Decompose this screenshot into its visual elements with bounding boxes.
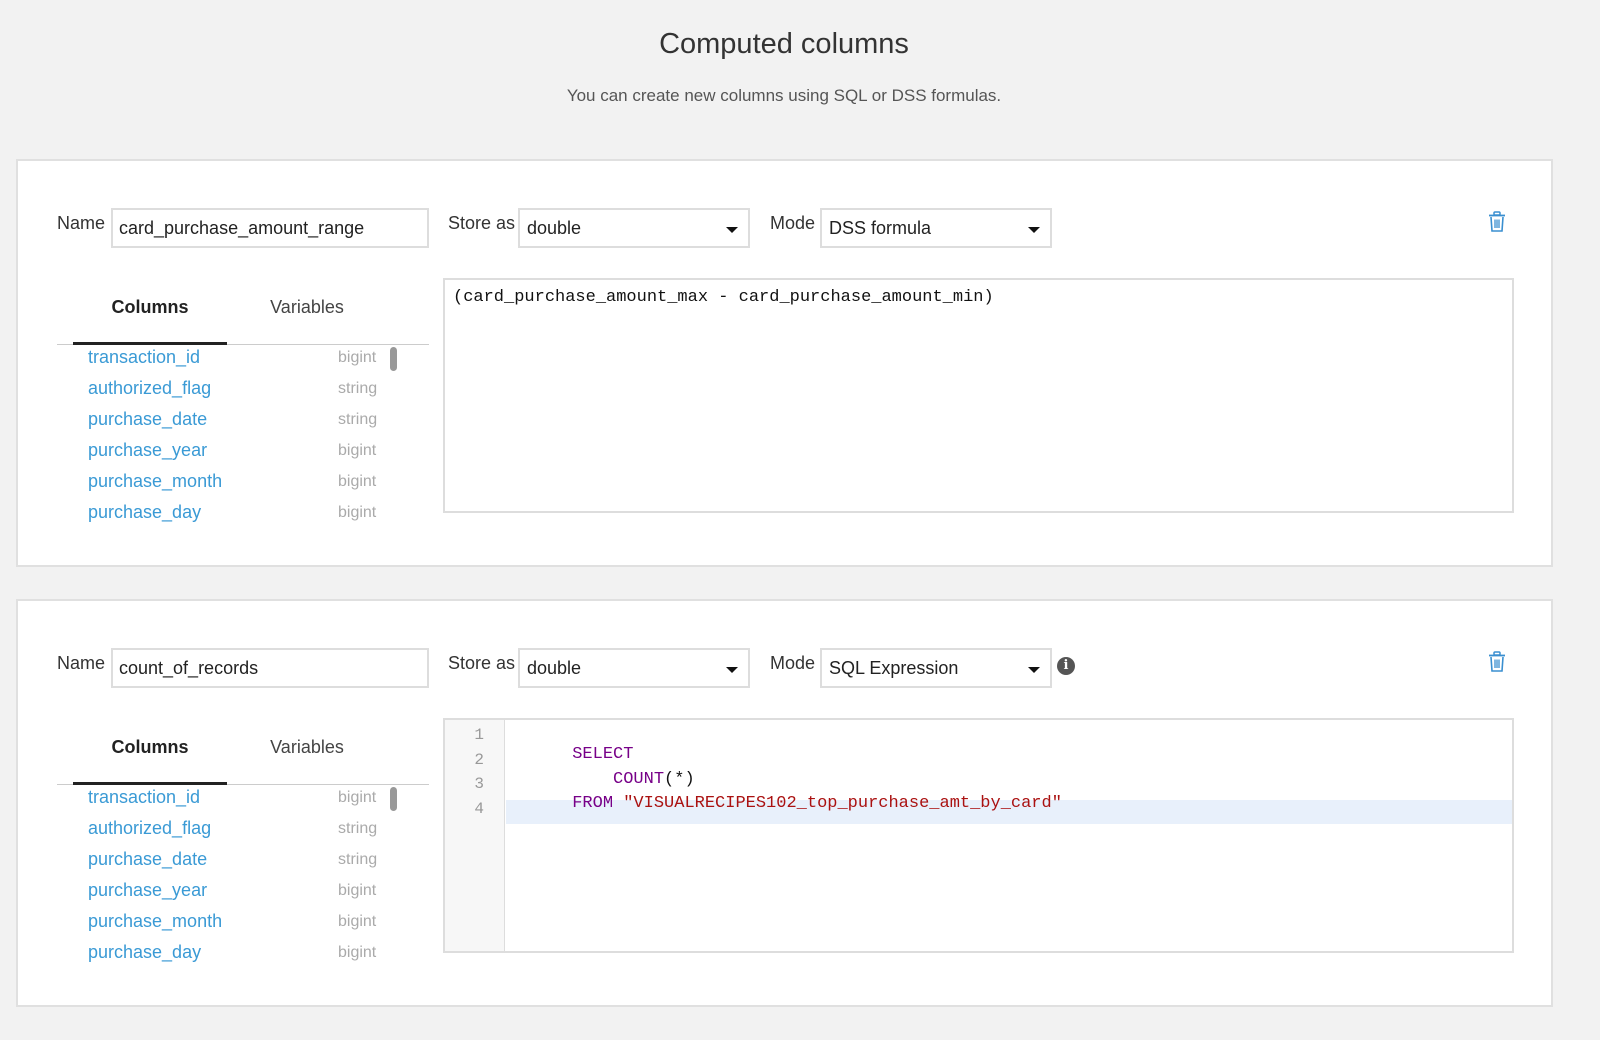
tab-columns[interactable]: Columns — [73, 297, 227, 318]
mode-select[interactable]: DSS formula — [820, 208, 1052, 248]
line-number: 2 — [474, 751, 484, 769]
column-list-item[interactable]: purchase_year bigint — [57, 880, 397, 911]
column-name[interactable]: purchase_date — [88, 409, 207, 430]
scrollbar[interactable] — [390, 787, 397, 811]
tab-variables[interactable]: Variables — [227, 737, 387, 758]
column-type: bigint — [338, 349, 377, 366]
mode-label: Mode — [770, 213, 816, 233]
column-list-item[interactable]: authorized_flag string — [57, 818, 397, 849]
mode-select[interactable]: SQL Expression — [820, 648, 1052, 688]
name-input[interactable]: card_purchase_amount_range — [111, 208, 429, 248]
column-name[interactable]: transaction_id — [88, 347, 200, 368]
store-as-label: Store as — [448, 653, 516, 673]
column-type: string — [338, 851, 378, 868]
column-list-item[interactable]: authorized_flag string — [57, 378, 397, 409]
column-type: bigint — [338, 442, 377, 459]
column-name[interactable]: purchase_day — [88, 942, 201, 963]
name-label: Name — [57, 213, 106, 233]
store-as-value: double — [527, 658, 582, 678]
column-list[interactable]: transaction_id bigint authorized_flag st… — [57, 787, 429, 963]
store-as-label: Store as — [448, 213, 516, 233]
column-name[interactable]: authorized_flag — [88, 378, 211, 399]
mode-value: DSS formula — [829, 218, 932, 238]
column-type: bigint — [338, 789, 377, 806]
column-type: string — [338, 411, 378, 428]
column-list-item[interactable]: purchase_day bigint — [57, 502, 397, 523]
caret-down-icon — [726, 667, 738, 673]
store-as-select[interactable]: double — [518, 648, 750, 688]
column-list-item[interactable]: purchase_year bigint — [57, 440, 397, 471]
name-label: Name — [57, 653, 106, 673]
column-list[interactable]: transaction_id bigint authorized_flag st… — [57, 347, 429, 523]
line-number: 3 — [474, 775, 484, 793]
column-type: string — [338, 820, 378, 837]
active-tab-indicator — [73, 342, 227, 345]
column-name[interactable]: purchase_month — [88, 911, 222, 932]
caret-down-icon — [1028, 227, 1040, 233]
column-name[interactable]: purchase_month — [88, 471, 222, 492]
name-input[interactable]: count_of_records — [111, 648, 429, 688]
column-type: bigint — [338, 504, 377, 521]
column-name[interactable]: transaction_id — [88, 787, 200, 808]
column-list-item[interactable]: purchase_date string — [57, 409, 397, 440]
trash-icon[interactable] — [1488, 651, 1506, 673]
sql-code-editor[interactable]: 1 2 3 4 SELECT COUNT(*) FROM "VISUALRECI… — [443, 718, 1514, 953]
column-type: string — [338, 380, 378, 397]
trash-icon[interactable] — [1488, 211, 1506, 233]
column-name[interactable]: authorized_flag — [88, 818, 211, 839]
sql-keyword: FROM — [572, 794, 614, 813]
computed-column-card: Name count_of_records Store as double Mo… — [16, 599, 1553, 1007]
line-number-gutter: 1 2 3 4 — [445, 720, 505, 951]
line-number: 1 — [474, 726, 484, 744]
column-name[interactable]: purchase_day — [88, 502, 201, 523]
column-name[interactable]: purchase_date — [88, 849, 207, 870]
tabs: Columns Variables — [57, 719, 429, 785]
store-as-value: double — [527, 218, 582, 238]
column-type: bigint — [338, 944, 377, 961]
scrollbar[interactable] — [390, 347, 397, 371]
computed-column-card: Name card_purchase_amount_range Store as… — [16, 159, 1553, 567]
line-number: 4 — [474, 800, 484, 818]
tabs: Columns Variables — [57, 279, 429, 345]
column-list-item[interactable]: purchase_day bigint — [57, 942, 397, 963]
tab-variables[interactable]: Variables — [227, 297, 387, 318]
column-name[interactable]: purchase_year — [88, 880, 207, 901]
code-line[interactable]: FROM "VISUALRECIPES102_top_purchase_amt_… — [511, 775, 1062, 832]
formula-editor[interactable]: (card_purchase_amount_max - card_purchas… — [443, 278, 1514, 513]
column-type: bigint — [338, 882, 377, 899]
column-list-item[interactable]: purchase_month bigint — [57, 471, 397, 502]
column-type: bigint — [338, 913, 377, 930]
sql-string: "VISUALRECIPES102_top_purchase_amt_by_ca… — [623, 794, 1062, 813]
tab-columns[interactable]: Columns — [73, 737, 227, 758]
active-tab-indicator — [73, 782, 227, 785]
column-list-item[interactable]: transaction_id bigint — [57, 787, 397, 818]
column-list-item[interactable]: purchase_month bigint — [57, 911, 397, 942]
store-as-select[interactable]: double — [518, 208, 750, 248]
column-type: bigint — [338, 473, 377, 490]
mode-value: SQL Expression — [829, 658, 959, 678]
column-name[interactable]: purchase_year — [88, 440, 207, 461]
page-subtitle: You can create new columns using SQL or … — [566, 86, 1002, 105]
column-list-item[interactable]: purchase_date string — [57, 849, 397, 880]
mode-label: Mode — [770, 653, 816, 673]
caret-down-icon — [726, 227, 738, 233]
info-icon[interactable]: i — [1057, 657, 1075, 675]
page-title: Computed columns — [659, 28, 909, 60]
caret-down-icon — [1028, 667, 1040, 673]
column-list-item[interactable]: transaction_id bigint — [57, 347, 397, 378]
